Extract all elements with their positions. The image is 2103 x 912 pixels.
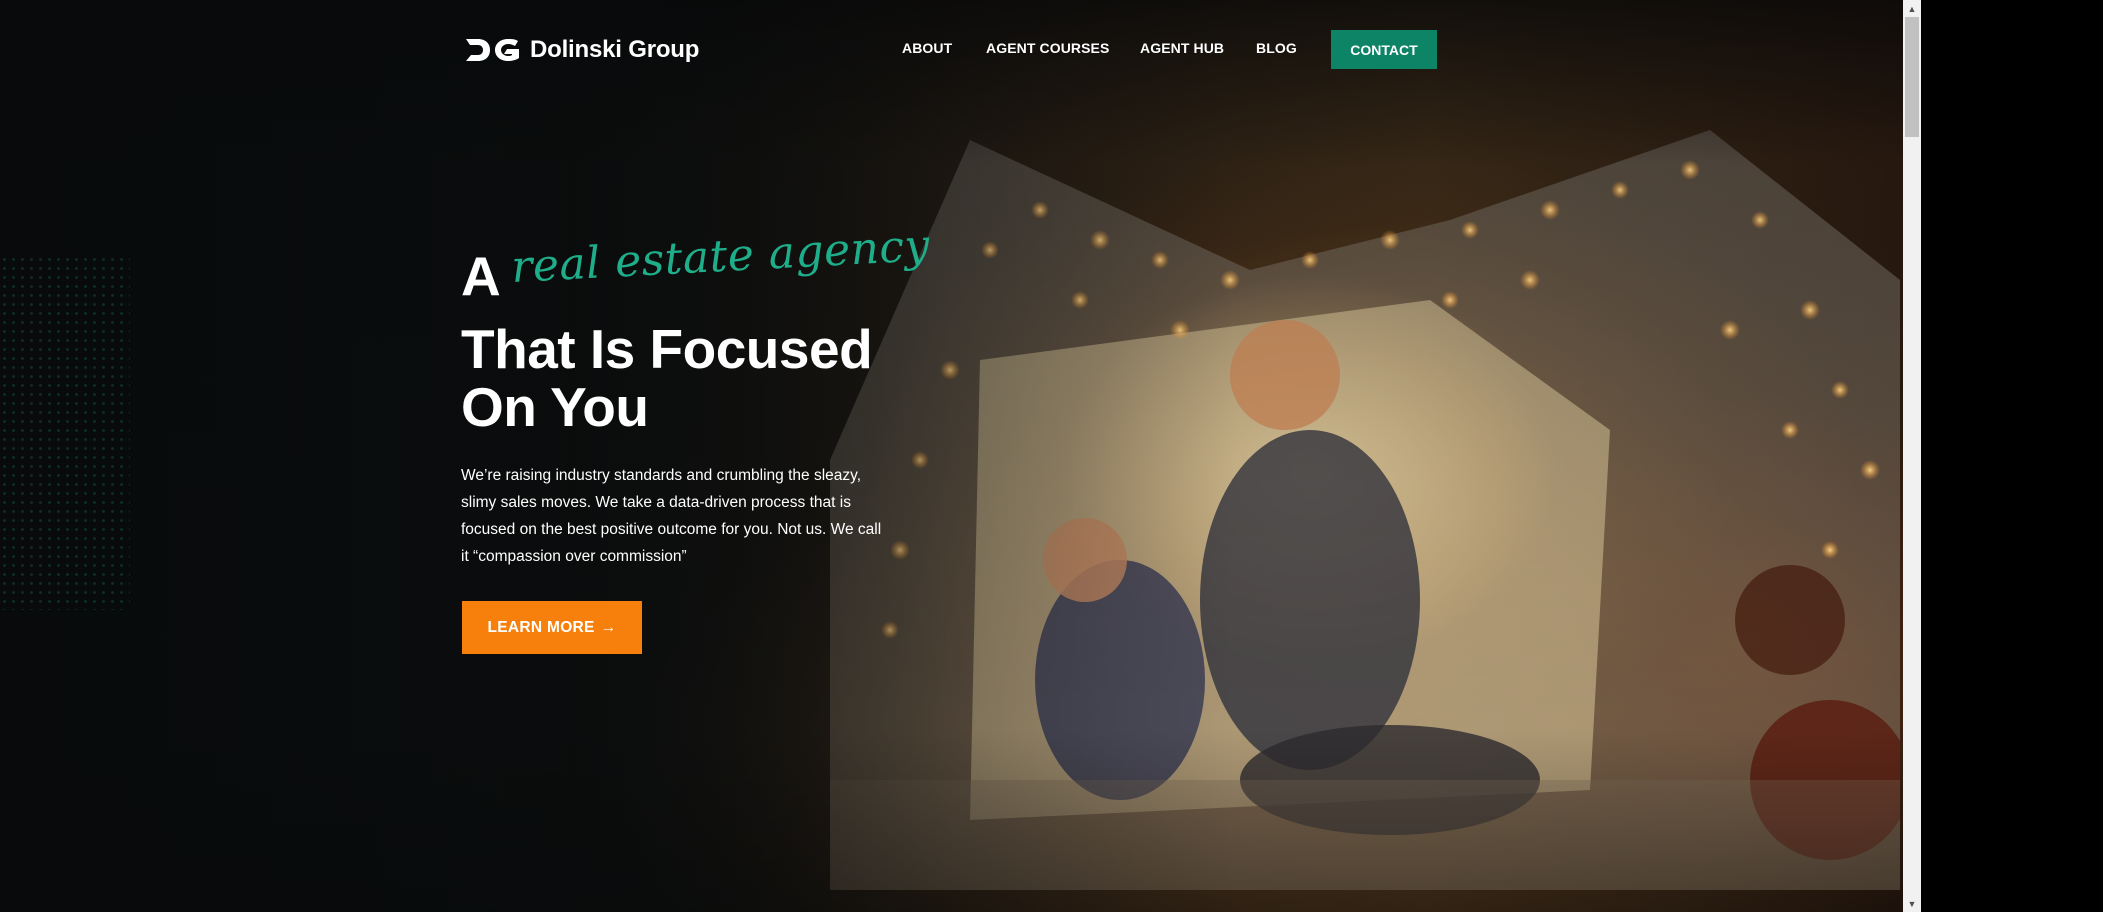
site-header: Dolinski Group ABOUT AGENT COURSES AGENT…	[0, 0, 1903, 100]
hero-description: We’re raising industry standards and cru…	[461, 467, 882, 565]
brand-name: Dolinski Group	[530, 36, 700, 63]
nav-agent-hub[interactable]: AGENT HUB	[1140, 40, 1224, 56]
hero-title-line1: That Is Focused	[461, 318, 873, 380]
scrollbar-thumb[interactable]	[1905, 17, 1919, 137]
hero-headline-line1: A real estate agency	[461, 220, 932, 307]
learn-more-button[interactable]: LEARN MORE →	[462, 601, 642, 654]
brand-logo[interactable]: Dolinski Group	[466, 34, 699, 66]
hero-title: That Is Focused On You	[461, 320, 981, 436]
outside-area	[1921, 0, 2103, 912]
page-viewport: Dolinski Group ABOUT AGENT COURSES AGENT…	[0, 0, 1903, 912]
hero-overlay	[0, 0, 1903, 912]
hero-title-line2: On You	[461, 376, 649, 438]
hero-prefix: A	[461, 245, 501, 307]
decorative-dot-pattern	[0, 255, 130, 610]
learn-more-label: LEARN MORE	[487, 618, 595, 636]
nav-about[interactable]: ABOUT	[902, 40, 952, 56]
scroll-down-icon[interactable]: ▼	[1903, 895, 1921, 912]
contact-button[interactable]: CONTACT	[1331, 30, 1437, 69]
dg-logo-icon	[466, 39, 519, 61]
nav-agent-courses[interactable]: AGENT COURSES	[986, 40, 1109, 56]
arrow-right-icon: →	[600, 618, 617, 636]
scroll-up-icon[interactable]: ▲	[1903, 0, 1921, 17]
nav-blog[interactable]: BLOG	[1256, 40, 1297, 56]
vertical-scrollbar[interactable]: ▲ ▼	[1903, 0, 1921, 912]
